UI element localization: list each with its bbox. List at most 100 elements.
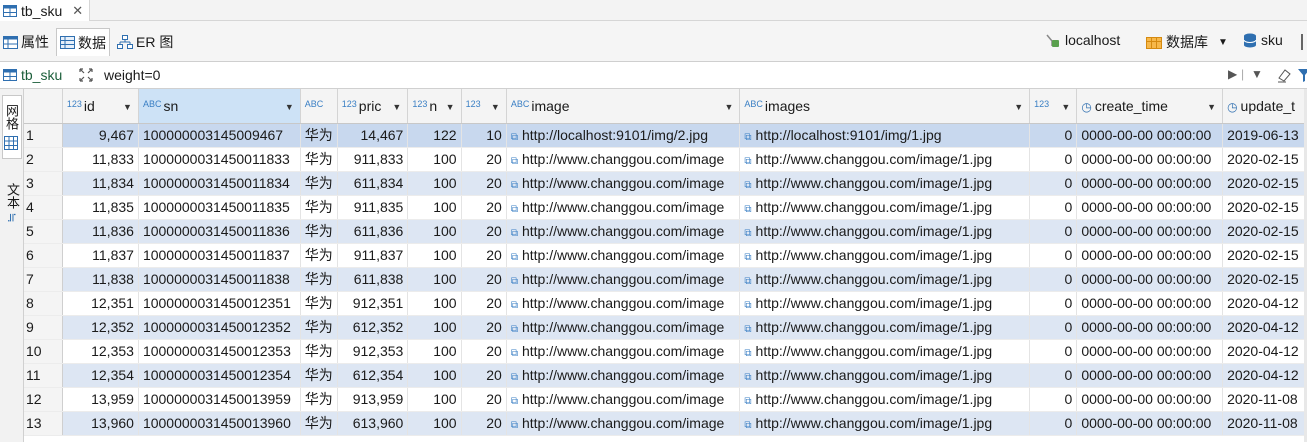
sort-arrow-icon[interactable]: ▼ [123,102,132,112]
cell-create-time[interactable]: 0000-00-00 00:00:00 [1076,267,1224,292]
column-header-sn[interactable]: ABC sn ▼ [138,89,301,124]
link-icon[interactable]: ⧉ [511,348,518,359]
row-number[interactable]: 10 [24,339,63,364]
cell-weight[interactable]: 0 [1029,243,1078,268]
table-row[interactable]: 13 13,960 1000000031450013960 华为 613,960 100 2… [24,411,1307,436]
column-header-images[interactable]: ABC images ▼ [739,89,1031,124]
cell-update-time[interactable]: 2020-02-15 [1222,267,1307,292]
cell-image[interactable]: ⧉ http://localhost:9101/img/2.jpg [506,123,741,148]
cell-num[interactable]: 100 [407,267,462,292]
cell-id[interactable]: 13,959 [62,387,139,412]
sort-arrow-icon[interactable]: ▼ [285,102,294,112]
cell-update-time[interactable]: 2020-02-15 [1222,171,1307,196]
cell-sn[interactable]: 1000000031450011836 [138,219,301,244]
cell-name[interactable]: 华为 [300,363,338,388]
cell-num[interactable]: 100 [407,291,462,316]
cell-price[interactable]: 911,837 [337,243,409,268]
link-icon[interactable]: ⧉ [511,420,518,431]
link-icon[interactable]: ⧉ [744,180,751,191]
column-header-price[interactable]: 123 pric ▼ [337,89,409,124]
cell-name[interactable]: 华为 [300,387,338,412]
cell-image[interactable]: ⧉ http://www.changgou.com/image [506,411,741,436]
cell-weight[interactable]: 0 [1029,195,1078,220]
cell-update-time[interactable]: 2019-06-13 [1222,123,1307,148]
cell-images[interactable]: ⧉ http://www.changgou.com/image/1.jpg [739,267,1031,292]
cell-image[interactable]: ⧉ http://www.changgou.com/image [506,267,741,292]
cell-alert[interactable]: 10 [461,123,507,148]
filter-input[interactable]: weight=0 [104,67,160,83]
connection-selector[interactable]: localhost [1045,32,1120,48]
cell-images[interactable]: ⧉ http://www.changgou.com/image/1.jpg [739,339,1031,364]
cell-create-time[interactable]: 0000-00-00 00:00:00 [1076,195,1224,220]
cell-alert[interactable]: 20 [461,363,507,388]
cell-weight[interactable]: 0 [1029,387,1078,412]
cell-price[interactable]: 612,352 [337,315,409,340]
cell-price[interactable]: 611,834 [337,171,409,196]
cell-weight[interactable]: 0 [1029,123,1078,148]
link-icon[interactable]: ⧉ [511,324,518,335]
cell-id[interactable]: 12,354 [62,363,139,388]
link-icon[interactable]: ⧉ [511,300,518,311]
column-header-image[interactable]: ABC image ▼ [506,89,741,124]
cell-price[interactable]: 611,836 [337,219,409,244]
cell-image[interactable]: ⧉ http://www.changgou.com/image [506,171,741,196]
link-icon[interactable]: ⧉ [744,204,751,215]
cell-price[interactable]: 912,353 [337,339,409,364]
column-header-create-time[interactable]: ◷ create_time ▼ [1076,89,1224,124]
cell-alert[interactable]: 20 [461,147,507,172]
cell-id[interactable]: 11,835 [62,195,139,220]
cell-weight[interactable]: 0 [1029,171,1078,196]
sort-arrow-icon[interactable]: ▼ [491,102,500,112]
column-header-update-time[interactable]: ◷ update_t [1222,89,1307,124]
cell-images[interactable]: ⧉ http://www.changgou.com/image/1.jpg [739,291,1031,316]
cell-update-time[interactable]: 2020-04-12 [1222,315,1307,340]
table-row[interactable]: 3 11,834 1000000031450011834 华为 611,834 100 20… [24,171,1307,196]
cell-alert[interactable]: 20 [461,267,507,292]
link-icon[interactable]: ⧉ [511,396,518,407]
link-icon[interactable]: ⧉ [744,300,751,311]
cell-num[interactable]: 100 [407,171,462,196]
cell-num[interactable]: 100 [407,195,462,220]
close-icon[interactable]: ✕ [72,3,83,19]
link-icon[interactable]: ⧉ [511,156,518,167]
link-icon[interactable]: ⧉ [511,204,518,215]
cell-update-time[interactable]: 2020-11-08 [1222,411,1307,436]
cell-update-time[interactable]: 2020-04-12 [1222,363,1307,388]
cell-create-time[interactable]: 0000-00-00 00:00:00 [1076,363,1224,388]
link-icon[interactable]: ⧉ [744,228,751,239]
cell-image[interactable]: ⧉ http://www.changgou.com/image [506,315,741,340]
cell-update-time[interactable]: 2020-04-12 [1222,291,1307,316]
cell-price[interactable]: 913,959 [337,387,409,412]
link-icon[interactable]: ⧉ [511,228,518,239]
cell-weight[interactable]: 0 [1029,363,1078,388]
cell-id[interactable]: 12,351 [62,291,139,316]
cell-create-time[interactable]: 0000-00-00 00:00:00 [1076,411,1224,436]
cell-create-time[interactable]: 0000-00-00 00:00:00 [1076,387,1224,412]
sort-arrow-icon[interactable]: ▼ [724,102,733,112]
tab-properties[interactable]: 属性 [0,29,52,55]
sort-arrow-icon[interactable]: ▼ [1014,102,1023,112]
cell-num[interactable]: 100 [407,219,462,244]
cell-weight[interactable]: 0 [1029,339,1078,364]
table-row[interactable]: 2 11,833 100000003145001183​3 华为 911,833 100 2… [24,147,1307,172]
table-row[interactable]: 9 12,352 1000000031450012352 华为 612,352 100 20… [24,315,1307,340]
table-row[interactable]: 5 11,836 1000000031450011836 华为 611,836 100 20… [24,219,1307,244]
cell-id[interactable]: 13,960 [62,411,139,436]
cell-update-time[interactable]: 2020-02-15 [1222,219,1307,244]
cell-price[interactable]: 912,351 [337,291,409,316]
column-header-weight[interactable]: 123 ▼ [1029,89,1078,124]
link-icon[interactable]: ⧉ [511,132,518,143]
link-icon[interactable]: ⧉ [744,420,751,431]
cell-images[interactable]: ⧉ http://www.changgou.com/image/1.jpg [739,219,1031,244]
cell-num[interactable]: 100 [407,315,462,340]
cell-update-time[interactable]: 2020-04-12 [1222,339,1307,364]
cell-image[interactable]: ⧉ http://www.changgou.com/image [506,339,741,364]
cell-sn[interactable]: 1000000031450012352 [138,315,301,340]
link-icon[interactable]: ⧉ [511,276,518,287]
cell-images[interactable]: ⧉ http://www.changgou.com/image/1.jpg [739,147,1031,172]
row-number[interactable]: 4 [24,195,63,220]
cell-create-time[interactable]: 0000-00-00 00:00:00 [1076,123,1224,148]
cell-update-time[interactable]: 2020-02-15 [1222,195,1307,220]
link-icon[interactable]: ⧉ [744,348,751,359]
cell-price[interactable]: 911,833 [337,147,409,172]
